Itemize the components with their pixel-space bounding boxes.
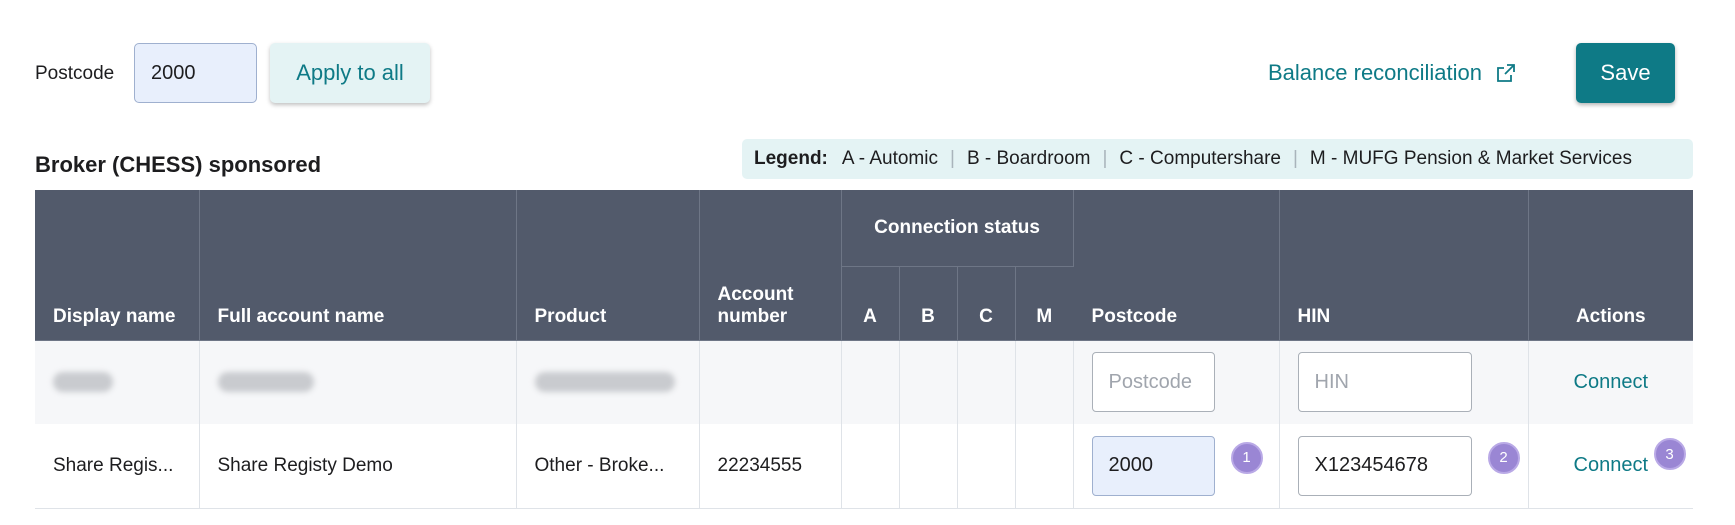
legend: Legend: A - Automic | B - Boardroom | C … [742, 139, 1693, 179]
cell-hin: 2 [1279, 424, 1529, 509]
cell-status-b [899, 340, 958, 424]
postcode-input[interactable] [1091, 352, 1215, 413]
cell-status-a [841, 340, 900, 424]
col-status-c: C [957, 266, 1016, 341]
apply-to-all-button[interactable]: Apply to all [270, 43, 430, 103]
col-account-number: Account number [699, 190, 842, 341]
cell-status-m [1015, 424, 1074, 509]
postcode-input[interactable] [1091, 435, 1215, 496]
col-postcode: Postcode [1073, 190, 1280, 341]
col-status-a: A [841, 266, 900, 341]
balance-reconciliation-link[interactable]: Balance reconciliation [1268, 60, 1516, 86]
cell-status-c [957, 340, 1016, 424]
connect-link[interactable]: Connect [1574, 371, 1649, 394]
col-actions: Actions [1528, 190, 1694, 341]
cell-hin [1279, 340, 1529, 424]
cell-full-account-name [199, 340, 517, 424]
legend-item-mufg: M - MUFG Pension & Market Services [1309, 148, 1632, 169]
cell-postcode: 1 [1073, 424, 1280, 509]
postcode-input-wrap: 1 [1091, 435, 1263, 496]
toolbar: Postcode Apply to all Balance reconcilia… [0, 0, 1735, 120]
legend-title: Legend: [754, 148, 828, 169]
save-button[interactable]: Save [1576, 43, 1675, 103]
redacted-text [53, 372, 113, 393]
external-link-icon [1497, 64, 1515, 82]
section-title: Broker (CHESS) sponsored [35, 152, 322, 177]
legend-separator: | [950, 148, 955, 169]
cell-display-name: Share Regis... [35, 424, 200, 509]
cell-product: Other - Broke... [516, 424, 700, 509]
cell-status-c [957, 424, 1016, 509]
cell-display-name [35, 340, 200, 424]
col-hin: HIN [1279, 190, 1529, 341]
col-product: Product [516, 190, 700, 341]
cell-status-b [899, 424, 958, 509]
col-status-m: M [1015, 266, 1074, 341]
step-badge: 3 [1653, 438, 1686, 471]
cell-postcode [1073, 340, 1280, 424]
legend-separator: | [1292, 148, 1298, 169]
redacted-text [217, 372, 314, 393]
legend-separator: | [1102, 148, 1108, 169]
accounts-table: Display name Full account name Product A… [35, 190, 1694, 509]
legend-item-computershare: C - Computershare [1119, 148, 1281, 169]
postcode-label: Postcode [35, 63, 115, 84]
cell-actions: Connect [1528, 340, 1694, 424]
hin-input[interactable] [1297, 435, 1472, 496]
legend-item-boardroom: B - Boardroom [966, 148, 1091, 169]
table-row: Share Regis... Share Registy Demo Other … [35, 424, 1694, 509]
cell-status-a [841, 424, 900, 509]
table-row: Connect [35, 340, 1694, 424]
cell-account-number [699, 340, 842, 424]
cell-product [516, 340, 700, 424]
postcode-apply-input[interactable] [134, 43, 257, 103]
col-display-name: Display name [35, 190, 200, 341]
legend-item-automic: A - Automic [841, 148, 938, 169]
redacted-text [534, 372, 675, 393]
connect-link[interactable]: Connect [1574, 454, 1649, 477]
step-badge: 1 [1230, 441, 1263, 474]
col-full-account-name: Full account name [199, 190, 517, 341]
cell-status-m [1015, 340, 1074, 424]
hin-input-wrap: 2 [1297, 435, 1520, 496]
cell-actions: Connect 3 [1528, 424, 1694, 509]
balance-reconciliation-label: Balance reconciliation [1268, 60, 1483, 85]
hin-input[interactable] [1297, 352, 1472, 413]
cell-full-account-name: Share Registy Demo [199, 424, 517, 509]
connect-wrap: Connect 3 [1574, 438, 1686, 477]
col-status-b: B [899, 266, 958, 341]
cell-account-number: 22234555 [699, 424, 842, 509]
step-badge: 2 [1487, 441, 1520, 474]
col-connection-status: Connection status [841, 190, 1074, 267]
